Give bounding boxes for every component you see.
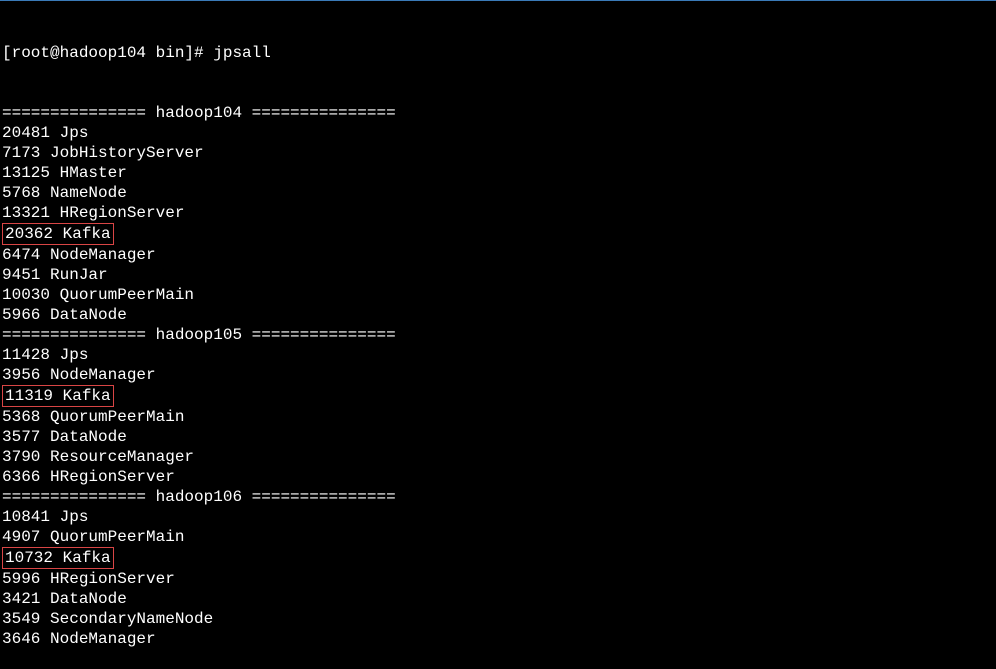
host-separator: =============== hadoop104 ==============… bbox=[2, 103, 994, 123]
command-text: jpsall bbox=[213, 43, 271, 63]
process-line: 9451 RunJar bbox=[2, 265, 994, 285]
output-container: =============== hadoop104 ==============… bbox=[2, 103, 994, 649]
process-line: 7173 JobHistoryServer bbox=[2, 143, 994, 163]
process-line: 3549 SecondaryNameNode bbox=[2, 609, 994, 629]
terminal-output[interactable]: [root@hadoop104 bin]# jpsall ===========… bbox=[2, 3, 994, 669]
process-line: 10030 QuorumPeerMain bbox=[2, 285, 994, 305]
process-line: 3421 DataNode bbox=[2, 589, 994, 609]
highlighted-process: 20362 Kafka bbox=[2, 223, 114, 245]
process-line: 3956 NodeManager bbox=[2, 365, 994, 385]
process-line: 20362 Kafka bbox=[2, 223, 994, 245]
process-line: 3646 NodeManager bbox=[2, 629, 994, 649]
process-line: 13125 HMaster bbox=[2, 163, 994, 183]
process-line: 4907 QuorumPeerMain bbox=[2, 527, 994, 547]
process-line: 5996 HRegionServer bbox=[2, 569, 994, 589]
process-line: 13321 HRegionServer bbox=[2, 203, 994, 223]
process-line: 3577 DataNode bbox=[2, 427, 994, 447]
host-separator: =============== hadoop106 ==============… bbox=[2, 487, 994, 507]
process-line: 20481 Jps bbox=[2, 123, 994, 143]
process-line: 10841 Jps bbox=[2, 507, 994, 527]
command-line: [root@hadoop104 bin]# jpsall bbox=[2, 43, 994, 63]
process-line: 3790 ResourceManager bbox=[2, 447, 994, 467]
process-line: 5368 QuorumPeerMain bbox=[2, 407, 994, 427]
host-separator: =============== hadoop105 ==============… bbox=[2, 325, 994, 345]
process-line: 6366 HRegionServer bbox=[2, 467, 994, 487]
process-line: 5768 NameNode bbox=[2, 183, 994, 203]
process-line: 5966 DataNode bbox=[2, 305, 994, 325]
highlighted-process: 11319 Kafka bbox=[2, 385, 114, 407]
highlighted-process: 10732 Kafka bbox=[2, 547, 114, 569]
process-line: 10732 Kafka bbox=[2, 547, 994, 569]
process-line: 11319 Kafka bbox=[2, 385, 994, 407]
process-line: 11428 Jps bbox=[2, 345, 994, 365]
process-line: 6474 NodeManager bbox=[2, 245, 994, 265]
shell-prompt: [root@hadoop104 bin]# bbox=[2, 43, 213, 63]
